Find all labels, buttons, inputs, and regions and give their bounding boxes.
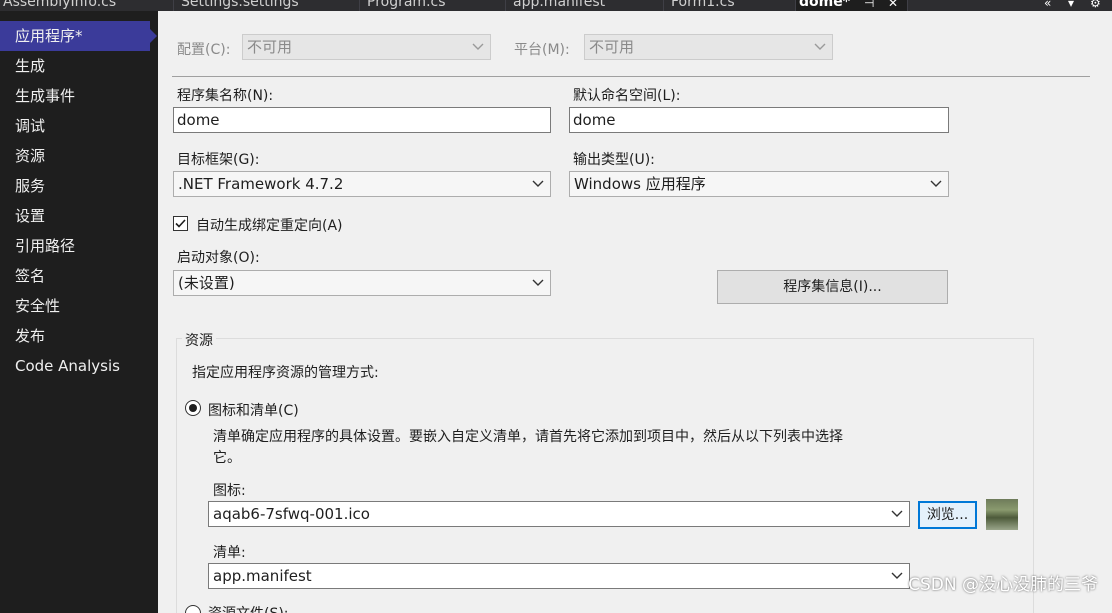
chevron-down-icon: [930, 172, 942, 196]
chevron-down-icon: [472, 35, 484, 59]
sidebar-item-settings[interactable]: 设置: [0, 201, 150, 231]
startup-object-label: 启动对象(O):: [177, 250, 260, 266]
chevron-down-icon: [891, 564, 903, 588]
platform-value: 不可用: [589, 38, 635, 56]
resource-file-option-label[interactable]: 资源文件(S):: [208, 603, 289, 613]
sidebar-item-signing[interactable]: 签名: [0, 261, 150, 291]
default-namespace-label: 默认命名空间(L):: [573, 88, 681, 104]
platform-select: 不可用: [584, 34, 833, 60]
manifest-select[interactable]: app.manifest: [208, 563, 910, 589]
tab-assemblyinfo[interactable]: AssemblyInfo.cs: [0, 0, 174, 11]
icon-manifest-radio[interactable]: [185, 400, 201, 416]
sidebar-item-resources[interactable]: 资源: [0, 141, 150, 171]
output-type-select[interactable]: Windows 应用程序: [569, 171, 949, 197]
target-framework-label: 目标框架(G):: [177, 152, 260, 168]
sidebar-item-services[interactable]: 服务: [0, 171, 150, 201]
sidebar-item-security[interactable]: 安全性: [0, 291, 150, 321]
tab-app-manifest[interactable]: app.manifest: [510, 0, 664, 11]
property-page-sidebar: 应用程序* 生成 生成事件 调试 资源 服务 设置 引用路径 签名 安全性 发布…: [0, 11, 158, 613]
close-icon[interactable]: ✕: [888, 0, 898, 10]
checkmark-icon: [175, 219, 186, 228]
scroll-tabs-left-icon[interactable]: «: [1044, 0, 1051, 10]
chevron-down-icon: [814, 35, 826, 59]
output-type-label: 输出类型(U):: [573, 152, 655, 168]
sidebar-item-reference-paths[interactable]: 引用路径: [0, 231, 150, 261]
sidebar-item-publish[interactable]: 发布: [0, 321, 150, 351]
sidebar-item-application[interactable]: 应用程序*: [0, 21, 157, 51]
config-value: 不可用: [247, 38, 293, 56]
chevron-down-icon: [532, 271, 544, 295]
config-select: 不可用: [242, 34, 491, 60]
target-framework-select[interactable]: .NET Framework 4.7.2: [173, 171, 551, 197]
target-framework-value: .NET Framework 4.7.2: [178, 175, 344, 193]
output-type-value: Windows 应用程序: [574, 175, 706, 193]
resources-description: 指定应用程序资源的管理方式:: [192, 365, 379, 381]
icon-manifest-option-label[interactable]: 图标和清单(C): [208, 400, 299, 420]
watermark: CSDN @没心没肺的三爷: [908, 575, 1098, 595]
auto-binding-label[interactable]: 自动生成绑定重定向(A): [196, 215, 343, 235]
gear-icon[interactable]: ⚙: [1090, 0, 1101, 10]
tab-form1[interactable]: Form1.cs: [668, 0, 796, 11]
pin-icon[interactable]: ⊣: [864, 0, 874, 10]
resources-group-title: 资源: [182, 330, 216, 350]
tab-program[interactable]: Program.cs: [364, 0, 506, 11]
assembly-name-input[interactable]: dome: [173, 107, 551, 133]
browse-button[interactable]: 浏览...: [918, 501, 977, 529]
document-tab-strip: AssemblyInfo.cs Settings.settings Progra…: [0, 0, 1112, 11]
startup-object-value: (未设置): [178, 274, 235, 292]
sidebar-item-build[interactable]: 生成: [0, 51, 150, 81]
platform-label: 平台(M):: [514, 42, 570, 58]
icon-manifest-help-line2: 它。: [213, 450, 241, 466]
tab-settings[interactable]: Settings.settings: [178, 0, 360, 11]
sidebar-item-code-analysis[interactable]: Code Analysis: [0, 351, 150, 381]
sidebar-item-debug[interactable]: 调试: [0, 111, 150, 141]
manifest-label: 清单:: [213, 545, 246, 561]
divider: [172, 76, 1090, 77]
auto-binding-checkbox[interactable]: [173, 216, 188, 231]
tab-list-dropdown-icon[interactable]: ▾: [1068, 0, 1074, 10]
chevron-down-icon: [891, 502, 903, 526]
assembly-name-label: 程序集名称(N):: [177, 88, 274, 104]
chevron-down-icon: [532, 172, 544, 196]
application-property-page: 配置(C): 不可用 平台(M): 不可用 程序集名称(N): dome 默认命…: [158, 11, 1112, 613]
sidebar-item-build-events[interactable]: 生成事件: [0, 81, 150, 111]
default-namespace-input[interactable]: dome: [569, 107, 949, 133]
config-label: 配置(C):: [177, 42, 231, 58]
icon-preview-image: [986, 499, 1018, 530]
icon-select[interactable]: aqab6-7sfwq-001.ico: [208, 501, 910, 527]
icon-label: 图标:: [213, 483, 246, 499]
icon-value: aqab6-7sfwq-001.ico: [213, 505, 370, 523]
manifest-value: app.manifest: [213, 567, 312, 585]
icon-manifest-help-line1: 清单确定应用程序的具体设置。要嵌入自定义清单，请首先将它添加到项目中，然后从以下…: [213, 429, 843, 445]
startup-object-select[interactable]: (未设置): [173, 270, 551, 296]
assembly-info-button[interactable]: 程序集信息(I)...: [717, 270, 948, 304]
